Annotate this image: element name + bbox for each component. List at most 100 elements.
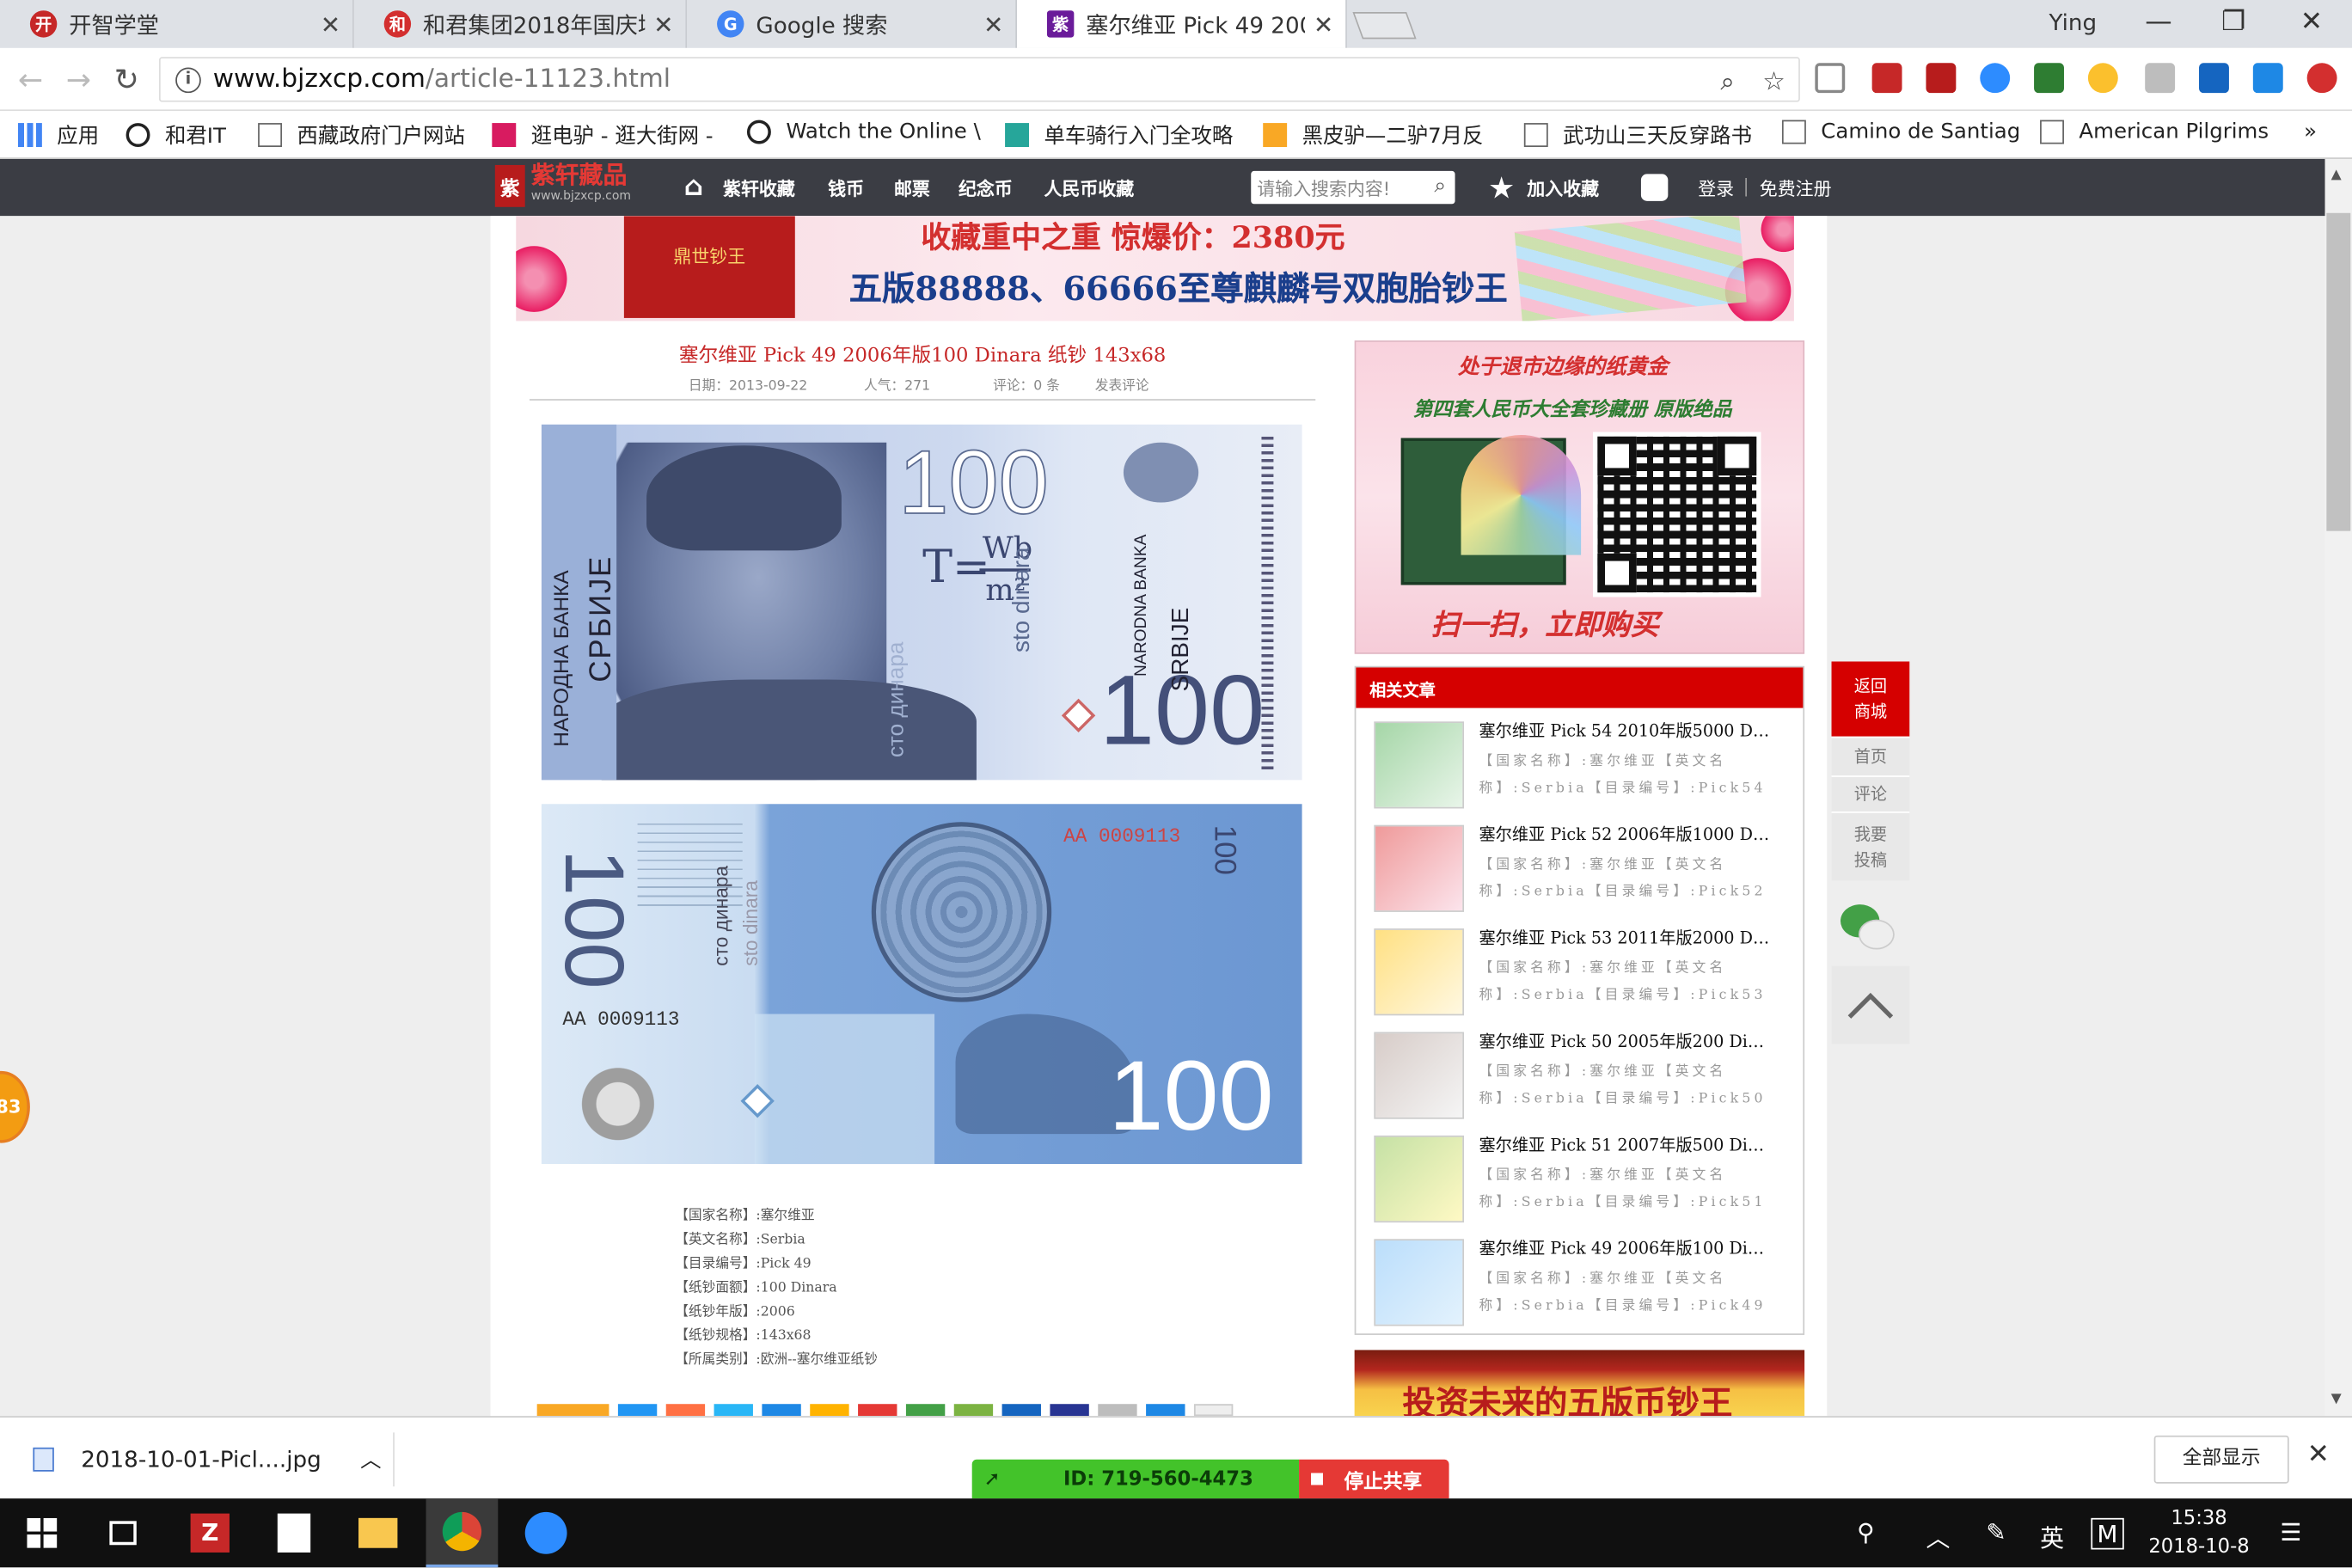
windows-start-icon[interactable] <box>6 1498 78 1567</box>
meeting-id[interactable]: ➚ ID: 719-560-4473 <box>971 1459 1300 1499</box>
top-banner-ad[interactable]: 鼎世钞王 收藏重中之重 惊爆价：2380元 五版88888、66666至尊麒麟号… <box>516 216 1794 322</box>
m-tray-icon[interactable]: M <box>2091 1517 2124 1550</box>
share-wechat-icon[interactable] <box>953 1404 994 1417</box>
related-item[interactable]: 塞尔维亚 Pick 53 2011年版2000 D… 【国家名称】:塞尔维亚【英… <box>1374 926 1794 1019</box>
related-thumbnail[interactable] <box>1374 928 1465 1016</box>
close-icon[interactable]: ✕ <box>321 9 340 38</box>
related-thumbnail[interactable] <box>1374 1239 1465 1326</box>
back-to-top-button[interactable] <box>1831 965 1910 1044</box>
site-logo[interactable]: 紫 紫轩藏品 www.bjzxcp.com <box>494 162 631 207</box>
site-search-input[interactable]: 请输入搜索内容! ⌕ <box>1251 170 1455 205</box>
bookmark-item[interactable]: 黑皮驴—二驴7月反 <box>1263 120 1484 150</box>
close-icon[interactable]: ✕ <box>983 9 1003 38</box>
green-extension-icon[interactable] <box>2034 63 2064 94</box>
search-icon[interactable]: ⌕ <box>1434 174 1446 198</box>
shield-icon[interactable] <box>2145 63 2176 94</box>
related-thumbnail[interactable] <box>1374 721 1465 809</box>
scrollbar-thumb[interactable] <box>2326 212 2351 531</box>
bookmark-item[interactable]: 和君IT <box>126 120 226 150</box>
more-bookmarks-icon[interactable]: » <box>2304 120 2317 144</box>
share-email-icon[interactable] <box>1146 1404 1185 1417</box>
related-title[interactable]: 塞尔维亚 Pick 49 2006年版100 Di… <box>1479 1236 1764 1260</box>
login-link[interactable]: 登录 <box>1698 175 1734 201</box>
page-scrollbar[interactable]: ▲ ▼ <box>2324 158 2352 1417</box>
download-item[interactable]: 2018-10-01-Picl....jpg ︿ <box>33 1444 382 1474</box>
bookmark-item[interactable]: Camino de Santiag <box>1781 119 2020 144</box>
related-title[interactable]: 塞尔维亚 Pick 50 2005年版200 Di… <box>1479 1029 1764 1053</box>
related-item[interactable]: 塞尔维亚 Pick 50 2005年版200 Di… 【国家名称】:塞尔维亚【英… <box>1374 1029 1794 1122</box>
people-icon[interactable]: ⚲ <box>1857 1518 1874 1547</box>
ime-indicator[interactable]: 英 <box>2040 1518 2064 1554</box>
bookmark-item[interactable]: 西藏政府门户网站 <box>258 120 465 150</box>
profile-name[interactable]: Ying <box>2049 9 2098 35</box>
related-title[interactable]: 塞尔维亚 Pick 51 2007年版500 Di… <box>1479 1132 1764 1156</box>
notification-icon[interactable]: ☰ <box>2280 1518 2301 1547</box>
browser-tab[interactable]: 和 和君集团2018年国庆培训 ✕ <box>353 0 688 48</box>
nav-item-commemorative[interactable]: 纪念币 <box>959 175 1013 201</box>
home-icon[interactable]: ⌂ <box>684 171 703 203</box>
update-icon[interactable] <box>2306 63 2337 94</box>
share-baidu-icon[interactable] <box>1001 1404 1041 1417</box>
pdf-extension-icon[interactable] <box>1926 63 1957 94</box>
scroll-down-icon[interactable]: ▼ <box>2331 1392 2342 1406</box>
close-window-icon[interactable]: ✕ <box>2289 6 2334 38</box>
nav-item-stamps[interactable]: 邮票 <box>894 175 930 201</box>
share-print-icon[interactable] <box>1098 1404 1137 1417</box>
calculator-icon[interactable] <box>258 1498 330 1567</box>
close-icon[interactable]: ✕ <box>1314 9 1333 38</box>
task-view-icon[interactable] <box>87 1498 159 1567</box>
bookmark-item[interactable]: 逛电驴 - 逛大街网 - <box>492 120 714 150</box>
zoom-app-icon[interactable] <box>510 1498 582 1567</box>
bookmark-item[interactable]: 单车骑行入门全攻略 <box>1005 120 1233 150</box>
browser-tab-active[interactable]: 紫 塞尔维亚 Pick 49 2006年 ✕ <box>1017 0 1347 48</box>
restore-icon[interactable]: ❐ <box>2211 6 2256 38</box>
yellow-extension-icon[interactable] <box>2087 63 2118 94</box>
site-info-icon[interactable]: i <box>175 66 201 93</box>
bookmark-item[interactable]: American Pilgrims <box>2040 119 2269 144</box>
new-tab-button[interactable] <box>1352 11 1417 40</box>
comment-button[interactable]: 评论 <box>1831 775 1910 812</box>
star-icon[interactable]: ★ <box>1488 169 1515 205</box>
pen-icon[interactable]: ✎ <box>1986 1518 2006 1547</box>
chrome-icon[interactable] <box>426 1498 499 1568</box>
related-item[interactable]: 塞尔维亚 Pick 51 2007年版500 Di… 【国家名称】:塞尔维亚【英… <box>1374 1132 1794 1225</box>
submit-article-button[interactable]: 我要 投稿 <box>1831 811 1910 881</box>
bookmark-star-icon[interactable]: ☆ <box>1762 68 1785 98</box>
clock[interactable]: 15:38 2018-10-8 <box>2142 1504 2257 1561</box>
close-icon[interactable]: ✕ <box>2307 1438 2330 1470</box>
right-ad-banner[interactable]: 处于退市边缘的纸黄金 第四套人民币大全套珍藏册 原版绝品 扫一扫，立即购买 <box>1354 340 1805 654</box>
url-field[interactable]: i www.bjzxcp.com/article-11123.html ⌕ ☆ <box>158 57 1800 102</box>
related-item[interactable]: 塞尔维亚 Pick 52 2006年版1000 D… 【国家名称】:塞尔维亚【英… <box>1374 822 1794 915</box>
add-favorite-link[interactable]: 加入收藏 <box>1527 175 1599 201</box>
share-count-icon[interactable] <box>1193 1404 1234 1417</box>
file-explorer-icon[interactable] <box>342 1498 414 1567</box>
back-to-mall-button[interactable]: 返回 商城 <box>1831 661 1910 737</box>
stop-sharing-button[interactable]: 停止共享 <box>1299 1459 1449 1499</box>
share-renren-icon[interactable] <box>762 1404 801 1417</box>
related-title[interactable]: 塞尔维亚 Pick 52 2006年版1000 D… <box>1479 822 1769 846</box>
share-tencent-icon[interactable] <box>714 1404 753 1417</box>
docs-extension-icon[interactable] <box>1815 63 1846 94</box>
related-thumbnail[interactable] <box>1374 824 1465 912</box>
bookmark-item[interactable]: Watch the Online \ <box>746 119 981 144</box>
bookmark-item[interactable]: 应用 <box>17 120 99 150</box>
zoom-icon[interactable]: ⌕ <box>1720 68 1735 98</box>
qr-code-image[interactable] <box>1593 432 1761 597</box>
minimize-icon[interactable]: — <box>2136 6 2181 38</box>
nav-item-home[interactable]: 紫轩收藏 <box>723 175 795 201</box>
post-comment-link[interactable]: 发表评论 <box>1095 375 1149 394</box>
wechat-icon[interactable] <box>1840 904 1897 952</box>
forward-icon[interactable]: → <box>66 62 91 98</box>
related-item[interactable]: 塞尔维亚 Pick 49 2006年版100 Di… 【国家名称】:塞尔维亚【英… <box>1374 1236 1794 1329</box>
close-icon[interactable]: ✕ <box>653 9 673 38</box>
reload-icon[interactable]: ↻ <box>114 62 139 98</box>
home-button[interactable]: 首页 <box>1831 736 1910 776</box>
scroll-up-icon[interactable]: ▲ <box>2331 168 2342 182</box>
share-qzone-icon[interactable] <box>617 1404 658 1417</box>
chevron-up-icon[interactable]: ︿ <box>360 1444 381 1474</box>
register-link[interactable]: 免费注册 <box>1760 175 1832 201</box>
nav-item-rmb[interactable]: 人民币收藏 <box>1044 175 1134 201</box>
share-kaixin-icon[interactable] <box>905 1404 946 1417</box>
related-title[interactable]: 塞尔维亚 Pick 54 2010年版5000 D… <box>1479 719 1769 743</box>
qq-icon[interactable] <box>1640 174 1669 201</box>
